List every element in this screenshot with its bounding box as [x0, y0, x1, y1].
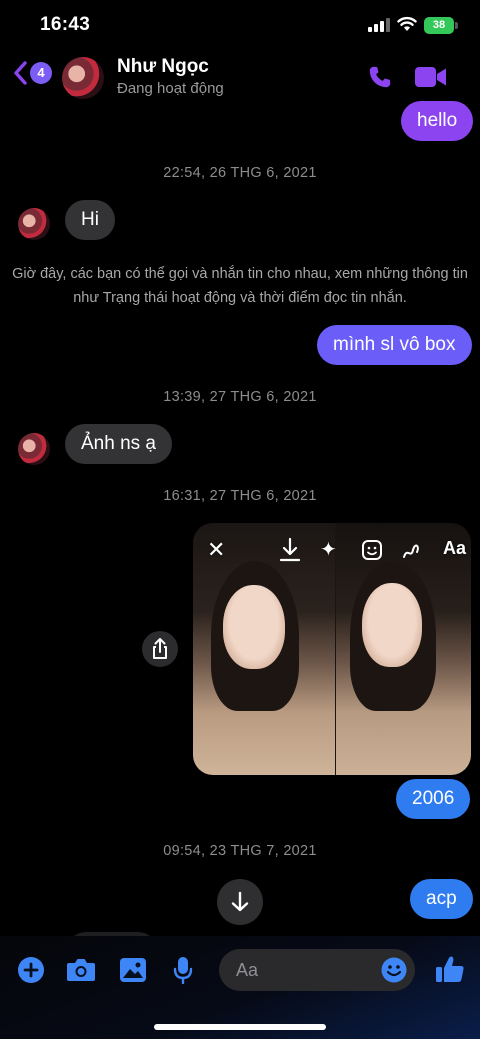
cellular-signal-icon [368, 18, 390, 32]
active-status: Đang hoạt động [117, 80, 224, 97]
microphone-icon[interactable] [173, 956, 193, 984]
home-indicator [154, 1024, 326, 1030]
status-bar: 16:43 38 [0, 0, 480, 52]
sticker-icon [362, 540, 382, 560]
sparkle-icon: ✦ [320, 539, 337, 561]
share-button[interactable] [142, 631, 178, 667]
message-bubble-sent[interactable]: acp [410, 879, 473, 919]
chat-header: 4 Như Ngọc Đang hoạt động [0, 52, 480, 102]
text-tool: Aa [443, 538, 467, 558]
photo-face [223, 585, 285, 669]
camera-icon[interactable] [66, 957, 96, 983]
status-time: 16:43 [40, 14, 91, 35]
phone-icon[interactable] [367, 64, 393, 90]
back-chevron-icon [14, 61, 27, 85]
close-icon: ✕ [207, 537, 226, 562]
scroll-to-bottom-button[interactable] [217, 879, 263, 925]
thumbs-up-icon[interactable] [435, 954, 465, 984]
draw-icon [403, 544, 419, 558]
contact-avatar[interactable] [62, 57, 104, 99]
timestamp: 09:54, 23 THG 7, 2021 [163, 843, 317, 859]
sender-avatar[interactable] [18, 433, 50, 465]
battery-level: 38 [424, 17, 454, 34]
back-button[interactable]: 4 [12, 60, 52, 86]
unread-count-badge: 4 [30, 62, 52, 84]
smile-emoji-icon[interactable] [381, 957, 407, 983]
image-icon[interactable] [119, 957, 147, 983]
message-bubble-received[interactable]: Hi [65, 200, 115, 240]
message-bubble-sent[interactable]: 2006 [396, 779, 471, 819]
download-icon [279, 537, 301, 562]
photo-face [362, 583, 422, 667]
wifi-icon [397, 16, 417, 31]
video-camera-icon[interactable] [414, 66, 448, 88]
composer-bar [0, 936, 480, 1039]
message-bubble-sent[interactable]: mình sl vô box [317, 325, 472, 365]
message-bubble-sent[interactable]: hello [401, 101, 474, 141]
photo-editor-toolbar: ✕ ✦ Aa [193, 537, 471, 567]
battery-tip [455, 22, 458, 29]
photo-message[interactable]: ✕ ✦ Aa [193, 523, 471, 775]
timestamp: 13:39, 27 THG 6, 2021 [163, 389, 317, 405]
message-bubble-received[interactable]: Ảnh ns ạ [65, 424, 172, 464]
chat-notice: Giờ đây, các bạn có thể gọi và nhắn tin … [12, 266, 468, 306]
timestamp: 22:54, 26 THG 6, 2021 [163, 165, 317, 181]
share-icon [153, 638, 167, 659]
timestamp: 16:31, 27 THG 6, 2021 [163, 488, 317, 504]
plus-icon[interactable] [17, 956, 45, 984]
contact-name[interactable]: Như Ngọc [117, 56, 209, 78]
sender-avatar[interactable] [18, 208, 50, 240]
arrow-down-icon [231, 891, 249, 912]
